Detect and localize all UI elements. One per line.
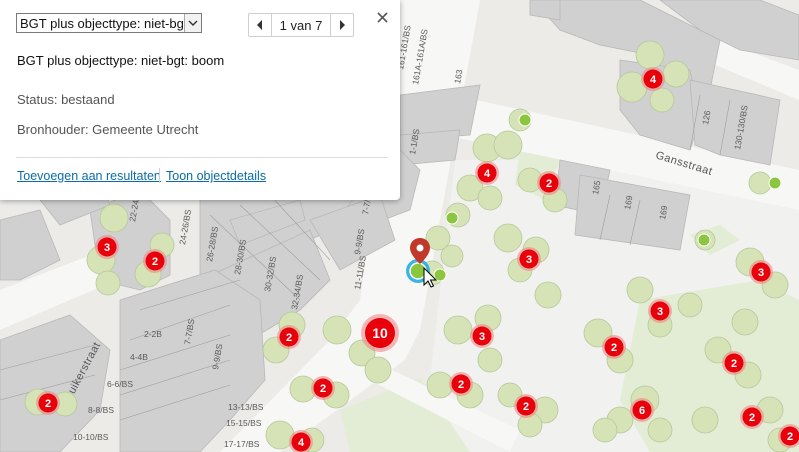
- layer-select-value: BGT plus objecttype: niet-bgt: [20, 16, 185, 31]
- address-label: 13-13/BS: [228, 402, 264, 412]
- cluster-marker[interactable]: 3: [749, 260, 773, 284]
- close-button[interactable]: [374, 9, 392, 27]
- cluster-count: 4: [484, 168, 491, 180]
- cluster-count: 2: [731, 358, 737, 370]
- cluster-marker[interactable]: 3: [470, 324, 494, 348]
- cluster-count: 2: [320, 383, 326, 395]
- cluster-marker[interactable]: 2: [36, 391, 60, 415]
- tree-canopy[interactable]: [477, 185, 503, 211]
- chevron-left-icon: [257, 20, 262, 30]
- cluster-marker[interactable]: 10: [361, 314, 399, 352]
- address-label: 8-8/BS: [88, 405, 114, 415]
- tree-canopy[interactable]: [534, 281, 562, 309]
- tree-symbol-icon[interactable]: [768, 176, 782, 190]
- address-label: 17-17/BS: [224, 439, 260, 449]
- close-icon: [377, 12, 388, 23]
- add-to-results-link[interactable]: Toevoegen aan resultaten: [17, 169, 161, 183]
- tree-canopy[interactable]: [662, 60, 690, 88]
- cluster-count: 2: [152, 256, 158, 268]
- tree-canopy[interactable]: [364, 356, 392, 384]
- tree-canopy[interactable]: [99, 203, 129, 233]
- address-label: 10-10/BS: [73, 432, 109, 442]
- cluster-marker[interactable]: 2: [722, 351, 746, 375]
- cluster-marker[interactable]: 2: [449, 372, 473, 396]
- cluster-marker[interactable]: 2: [277, 325, 301, 349]
- cluster-marker[interactable]: 4: [475, 161, 499, 185]
- chevron-down-icon[interactable]: [184, 14, 201, 32]
- cluster-count: 2: [787, 431, 793, 443]
- cluster-count: 2: [546, 178, 552, 190]
- cluster-count: 3: [104, 242, 110, 254]
- divider: [16, 157, 388, 158]
- tree-symbol-icon[interactable]: [445, 211, 459, 225]
- show-details-link[interactable]: Toon objectdetails: [166, 169, 266, 183]
- feature-pager: 1 van 7: [248, 13, 354, 37]
- cluster-marker[interactable]: 2: [311, 376, 335, 400]
- feature-count: 1 van 7: [279, 18, 323, 33]
- feature-title: BGT plus objecttype: niet-bgt: boom: [17, 53, 225, 68]
- cluster-count: 10: [372, 325, 388, 341]
- cluster-count: 2: [749, 412, 755, 424]
- tree-canopy[interactable]: [477, 347, 503, 373]
- cluster-count: 4: [650, 74, 657, 86]
- cluster-marker[interactable]: 2: [537, 171, 561, 195]
- tree-symbol-icon[interactable]: [697, 233, 711, 247]
- cluster-count: 3: [526, 254, 532, 266]
- address-label: 6-6/BS: [107, 379, 133, 389]
- tree-canopy[interactable]: [731, 308, 759, 336]
- cluster-count: 2: [523, 401, 529, 413]
- cluster-marker[interactable]: 4: [641, 67, 665, 91]
- tree-canopy[interactable]: [493, 223, 523, 253]
- feature-status: Status: bestaand: [17, 92, 115, 107]
- tree-canopy[interactable]: [443, 315, 473, 345]
- tree-canopy[interactable]: [691, 406, 719, 434]
- address-label: 4-4B: [130, 352, 148, 362]
- cluster-marker[interactable]: 2: [740, 405, 764, 429]
- cluster-count: 4: [298, 437, 305, 449]
- previous-feature-button[interactable]: [249, 14, 272, 36]
- tree-canopy[interactable]: [592, 417, 618, 443]
- layer-select[interactable]: BGT plus objecttype: niet-bgt: [16, 13, 202, 33]
- cluster-count: 3: [657, 306, 663, 318]
- cluster-count: 3: [758, 267, 764, 279]
- address-label: 15-15/BS: [226, 418, 262, 428]
- chevron-right-icon: [340, 20, 345, 30]
- next-feature-button[interactable]: [330, 14, 353, 36]
- tree-canopy[interactable]: [322, 315, 352, 345]
- tree-canopy[interactable]: [626, 276, 654, 304]
- address-label: 2-2B: [144, 329, 162, 339]
- cluster-count: 2: [286, 332, 292, 344]
- link-separator: [159, 168, 160, 183]
- cluster-marker[interactable]: 2: [514, 394, 538, 418]
- tree-canopy[interactable]: [440, 244, 464, 268]
- cluster-marker[interactable]: 3: [95, 235, 119, 259]
- cluster-count: 2: [458, 379, 464, 391]
- cluster-count: 2: [45, 398, 51, 410]
- tree-canopy[interactable]: [95, 270, 121, 296]
- tree-canopy[interactable]: [493, 130, 523, 160]
- feature-owner: Bronhouder: Gemeente Utrecht: [17, 122, 199, 137]
- cluster-marker[interactable]: 6: [630, 398, 654, 422]
- cluster-marker[interactable]: 3: [648, 299, 672, 323]
- tree-canopy[interactable]: [635, 40, 665, 70]
- cluster-count: 6: [639, 405, 645, 417]
- cluster-marker[interactable]: 2: [143, 249, 167, 273]
- cluster-marker[interactable]: 3: [517, 247, 541, 271]
- feature-popup: BGT plus objecttype: niet-bgt 1 van 7 BG…: [0, 0, 400, 200]
- tree-canopy[interactable]: [677, 292, 703, 318]
- tree-symbol-icon[interactable]: [518, 113, 532, 127]
- tree-canopy[interactable]: [647, 417, 673, 443]
- tree-canopy[interactable]: [649, 87, 675, 113]
- cluster-count: 3: [479, 331, 485, 343]
- cluster-count: 2: [611, 342, 617, 354]
- tree-canopy[interactable]: [748, 171, 772, 195]
- cluster-marker[interactable]: 2: [602, 335, 626, 359]
